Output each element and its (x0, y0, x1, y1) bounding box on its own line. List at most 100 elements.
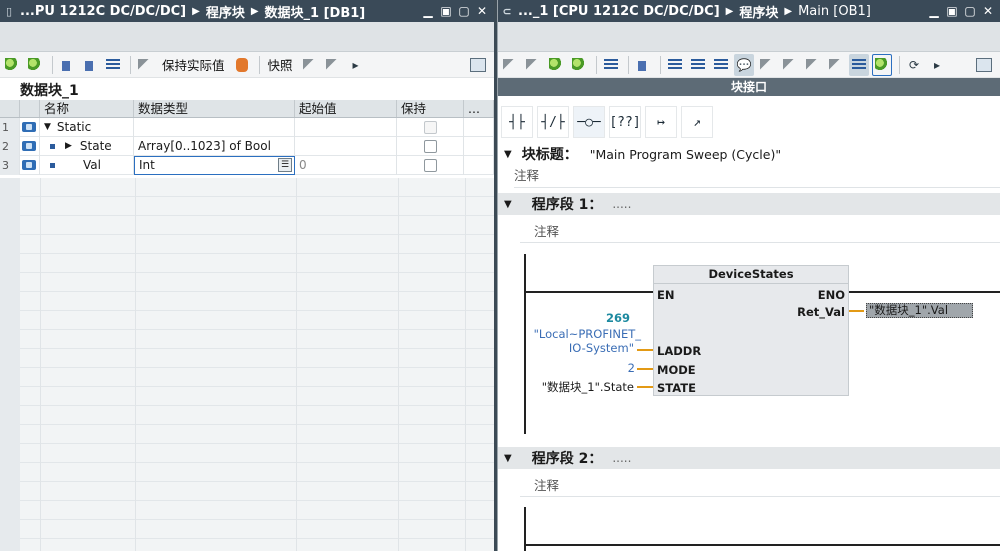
network-2-comment[interactable]: 注释 (534, 475, 559, 494)
cross-ref-button[interactable] (803, 54, 823, 76)
col-type[interactable]: 数据类型 (134, 100, 295, 117)
breadcrumb-separator-icon: ▶ (725, 5, 734, 17)
collapse-icon (691, 58, 705, 71)
network-1-comment[interactable]: 注释 (534, 221, 559, 240)
call-icon (783, 58, 797, 71)
favorites-button[interactable] (665, 54, 685, 76)
network-2-header[interactable]: ▼ 程序段 2： ..... (498, 447, 1000, 469)
col-name[interactable]: 名称 (40, 100, 134, 117)
add-network-icon (572, 57, 586, 72)
coil-button[interactable]: ─○─ (573, 106, 605, 138)
monitor-button[interactable] (757, 54, 777, 76)
expand-all-button[interactable] (711, 54, 731, 76)
device-states-block[interactable]: DeviceStates EN ENO Ret_Val LADDR MODE S… (653, 265, 849, 396)
minimize-icon[interactable]: ▁ (926, 4, 942, 18)
compare-button[interactable] (826, 54, 846, 76)
window-menu-icon[interactable]: ▯ (2, 5, 16, 18)
empty-box-button[interactable]: [??] (609, 106, 641, 138)
refresh-icon: ⟳ (908, 57, 920, 72)
open-branch-button[interactable]: ↦ (645, 106, 677, 138)
delete-icon (526, 58, 540, 71)
block-interface-bar[interactable]: 块接口 (498, 78, 1000, 96)
toolbar-overflow-button[interactable]: ▸ (927, 54, 947, 76)
laddr-symbol-1[interactable]: "Local~PROFINET_ (534, 327, 641, 341)
network-view-button[interactable] (849, 53, 869, 76)
block-comment[interactable]: 注释 (514, 165, 539, 184)
title-crumb-blocks[interactable]: 程序块 (206, 2, 245, 21)
delete-network-button[interactable] (523, 54, 543, 76)
pin-icon (302, 58, 317, 71)
goto-button[interactable] (601, 54, 621, 76)
panel-toggle-icon[interactable] (976, 57, 992, 72)
title-device: ...PU 1212C DC/DC/DC] (20, 3, 187, 19)
collapse-triangle-icon[interactable]: ▼ (504, 453, 512, 464)
monitor-button[interactable] (135, 54, 155, 76)
col-retain[interactable]: 保持 (397, 100, 464, 117)
add-network-button[interactable] (569, 54, 589, 76)
refresh-button[interactable]: ⟳ (904, 54, 924, 76)
db-editor-window: ▯ ...PU 1212C DC/DC/DC] ▶ 程序块 ▶ 数据块_1 [D… (0, 0, 494, 551)
retain-checkbox[interactable] (423, 139, 437, 153)
laddr-symbol-2[interactable]: IO-System" (569, 341, 634, 355)
window-menu-icon[interactable]: ⊂ (500, 5, 514, 18)
close-branch-button[interactable]: ↗ (681, 106, 713, 138)
block-title-header[interactable]: ▼ 块标题： "Main Program Sweep (Cycle)" (498, 143, 1000, 165)
collapse-all-button[interactable] (688, 54, 708, 76)
table-row[interactable]: 3 Val Int ☰ 0 (0, 155, 494, 175)
snapshot-button[interactable]: 快照 (264, 54, 297, 76)
close-icon[interactable]: ✕ (474, 4, 490, 18)
highlight-button[interactable] (872, 53, 892, 76)
datatype-input[interactable]: Int ☰ (134, 155, 295, 175)
collapse-triangle-icon[interactable]: ▼ (504, 199, 512, 210)
laddr-value[interactable]: 269 (606, 311, 630, 325)
minimize-icon[interactable]: ▁ (420, 4, 436, 18)
list-view-button[interactable] (103, 54, 123, 76)
title-crumb-main[interactable]: Main [OB1] (798, 4, 871, 19)
insert-network-button[interactable] (546, 54, 566, 76)
close-icon[interactable]: ✕ (980, 4, 996, 18)
collapse-triangle-icon[interactable]: ▼ (504, 149, 512, 160)
mode-value[interactable]: 2 (628, 361, 635, 375)
call-env-button[interactable] (780, 54, 800, 76)
toolbar-overflow-button[interactable]: ▸ (346, 54, 366, 76)
restore-icon[interactable]: ▣ (944, 4, 960, 18)
no-contact-button[interactable]: ┤├ (501, 106, 533, 138)
expand-triangle-icon[interactable]: ▶ (65, 141, 72, 151)
retain-checkbox[interactable] (423, 120, 437, 134)
collapse-triangle-icon[interactable]: ▼ (44, 122, 51, 132)
fb-name: DeviceStates (654, 266, 848, 284)
state-operand[interactable]: "数据块_1".State (542, 379, 634, 395)
download-button[interactable] (500, 54, 520, 76)
maximize-icon[interactable]: ▢ (962, 4, 978, 18)
retain-checkbox[interactable] (423, 158, 437, 172)
restore-icon[interactable]: ▣ (438, 4, 454, 18)
insert-row-button[interactable] (2, 54, 22, 76)
insert-network-icon (549, 57, 563, 72)
col-start[interactable]: 起始值 (295, 100, 397, 117)
load-snapshot-button[interactable] (232, 54, 252, 76)
table-row[interactable]: 1 ▼ Static (0, 117, 494, 137)
copy-snapshot-button[interactable] (300, 54, 320, 76)
keep-actual-values-button[interactable]: 保持实际值 (158, 54, 229, 76)
title-crumb-db[interactable]: 数据块_1 [DB1] (265, 2, 366, 21)
db-editor-titlebar: ▯ ...PU 1212C DC/DC/DC] ▶ 程序块 ▶ 数据块_1 [D… (0, 0, 494, 22)
add-row-button[interactable] (25, 54, 45, 76)
panel-toggle-icon[interactable] (470, 57, 486, 72)
ret-val-operand[interactable]: "数据块_1".Val (866, 303, 973, 318)
table-row[interactable]: 2 ▶ State Array[0..1023] of Bool (0, 136, 494, 156)
edit-button[interactable] (80, 54, 100, 76)
expand-button[interactable] (57, 54, 77, 76)
title-crumb-blocks[interactable]: 程序块 (739, 2, 778, 21)
copy-start-button[interactable] (323, 54, 343, 76)
abs-address-button[interactable] (633, 54, 653, 76)
col-more[interactable]: ... (464, 100, 494, 117)
comment-button[interactable]: 💬 (734, 53, 754, 76)
network-1-header[interactable]: ▼ 程序段 1： ..... (498, 193, 1000, 215)
block-title-value[interactable]: "Main Program Sweep (Cycle)" (590, 147, 781, 162)
empty-table-area (0, 178, 494, 551)
list-icon (106, 58, 120, 71)
nc-contact-button[interactable]: ┤/├ (537, 106, 569, 138)
interface-pin-icon (22, 122, 36, 132)
maximize-icon[interactable]: ▢ (456, 4, 472, 18)
datatype-dropdown-icon[interactable]: ☰ (278, 158, 292, 172)
